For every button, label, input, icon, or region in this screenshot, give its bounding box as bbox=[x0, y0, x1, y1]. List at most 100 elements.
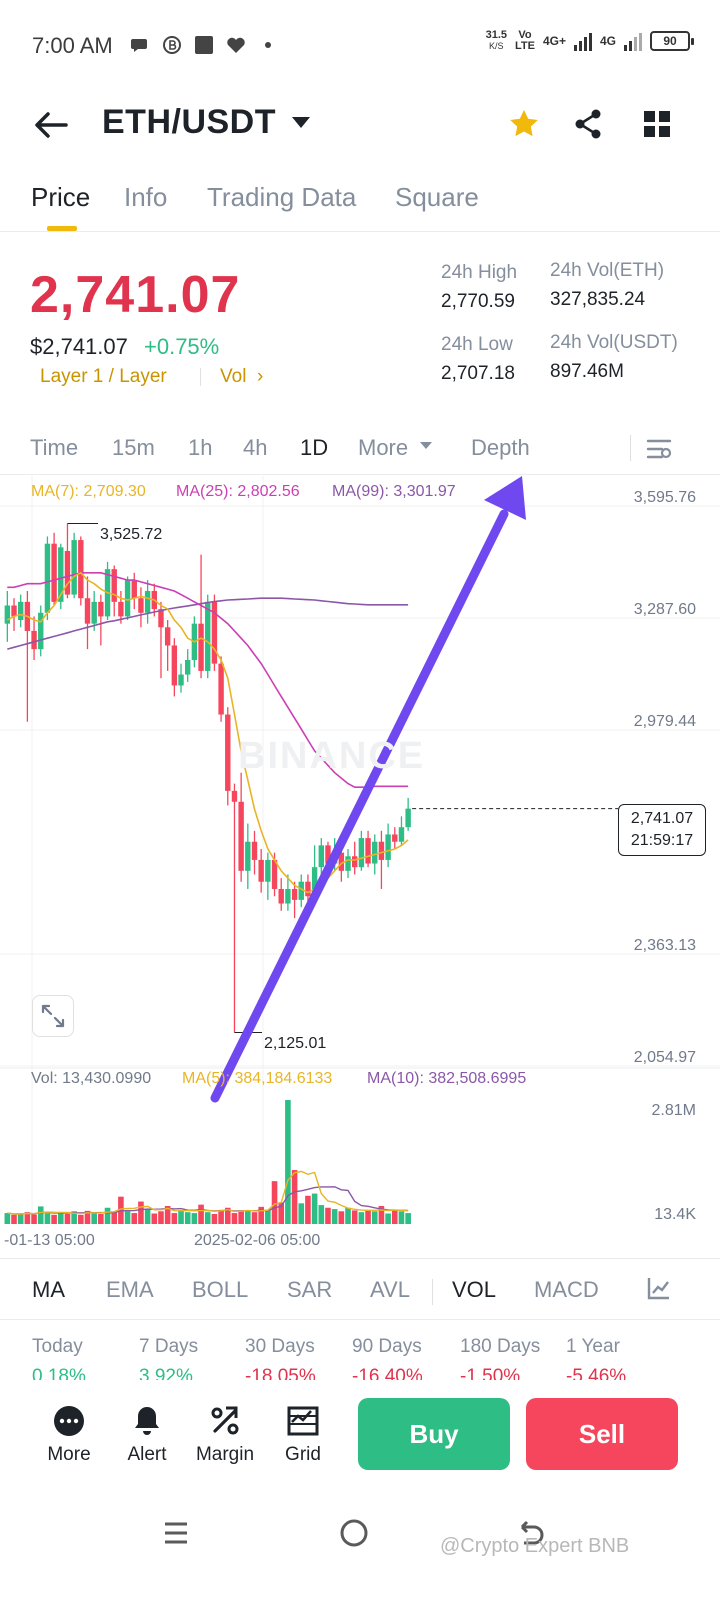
dot-icon bbox=[265, 42, 271, 48]
tab-square[interactable]: Square bbox=[395, 182, 479, 213]
candle-body bbox=[178, 674, 184, 686]
volume-bar bbox=[57, 1213, 64, 1224]
ma99-legend: MA(99): 3,301.97 bbox=[332, 483, 456, 500]
grid-action[interactable]: Grid bbox=[268, 1404, 338, 1466]
tab-trading-data[interactable]: Trading Data bbox=[207, 182, 356, 213]
high-marker-label: 3,525.72 bbox=[100, 526, 163, 543]
vol-eth-label: 24h Vol(ETH) bbox=[550, 260, 665, 281]
square-app-icon bbox=[195, 36, 213, 54]
alert-label: Alert bbox=[127, 1444, 167, 1465]
interval-depth[interactable]: Depth bbox=[471, 435, 530, 461]
interval-more[interactable]: More bbox=[358, 435, 408, 461]
net-speed-unit: K/S bbox=[489, 41, 504, 51]
tags-row: Layer 1 / Layer Vol › bbox=[40, 366, 263, 388]
tab-info[interactable]: Info bbox=[124, 182, 167, 213]
candle-body bbox=[131, 580, 137, 599]
buy-button[interactable]: Buy bbox=[358, 1398, 510, 1470]
vol-usdt-value: 897.46M bbox=[550, 361, 624, 382]
candle-body bbox=[18, 601, 24, 621]
candle-body bbox=[291, 888, 298, 900]
pair-dropdown-icon[interactable] bbox=[292, 117, 310, 128]
more-dropdown-icon[interactable] bbox=[420, 442, 432, 449]
share-icon[interactable] bbox=[571, 107, 605, 141]
volume-bar bbox=[198, 1204, 204, 1224]
indicator-sar[interactable]: SAR bbox=[287, 1277, 332, 1303]
volume-legend: Vol: 13,430.0990 bbox=[31, 1070, 152, 1087]
volume-bar bbox=[391, 1209, 398, 1224]
volume-bar bbox=[325, 1207, 331, 1224]
volume-bar bbox=[231, 1213, 238, 1224]
category-tag[interactable]: Layer 1 / Layer bbox=[40, 366, 167, 387]
recent-apps-icon[interactable] bbox=[158, 1515, 194, 1551]
interval-1h[interactable]: 1h bbox=[188, 435, 212, 461]
tag-divider bbox=[200, 368, 201, 386]
annotation-arrow-shaft bbox=[210, 509, 509, 1103]
candle-body bbox=[345, 856, 351, 871]
tab-price[interactable]: Price bbox=[31, 182, 90, 213]
chart-settings-icon[interactable] bbox=[645, 435, 673, 463]
vol-usdt-label: 24h Vol(USDT) bbox=[550, 332, 678, 353]
fullscreen-button[interactable] bbox=[32, 995, 74, 1037]
last-price: 2,741.07 bbox=[30, 266, 241, 324]
axis-label-1: 3,595.76 bbox=[633, 489, 696, 506]
indicator-vol[interactable]: VOL bbox=[452, 1277, 496, 1303]
volume-bar bbox=[158, 1211, 164, 1224]
low-label: 24h Low bbox=[441, 334, 513, 355]
candle-body bbox=[11, 605, 17, 617]
candle-body bbox=[78, 540, 84, 599]
period-value-90d: -16.40% bbox=[352, 1366, 423, 1380]
indicator-divider bbox=[432, 1279, 433, 1305]
ma25-legend: MA(25): 2,802.56 bbox=[176, 483, 300, 500]
candle-body bbox=[158, 609, 164, 628]
more-action[interactable]: More bbox=[34, 1404, 104, 1466]
interval-4h[interactable]: 4h bbox=[243, 435, 267, 461]
volume-bar bbox=[318, 1205, 325, 1224]
volte-bottom: LTE bbox=[515, 40, 535, 52]
indicator-avl[interactable]: AVL bbox=[370, 1277, 410, 1303]
period-value-7d: 3.92% bbox=[139, 1366, 193, 1380]
chat-icon bbox=[131, 39, 147, 52]
status-bar: 7:00 AM 31.5 K/S Vo LTE 4G+ 4G 90 bbox=[0, 0, 720, 90]
volume-bar bbox=[131, 1213, 138, 1224]
volume-bar bbox=[305, 1195, 311, 1224]
grid-menu-icon[interactable] bbox=[640, 107, 674, 141]
sell-button[interactable]: Sell bbox=[526, 1398, 678, 1470]
indicator-settings-icon[interactable] bbox=[646, 1275, 672, 1301]
action-bar: More Alert Margin Grid Buy Sell bbox=[0, 1382, 720, 1492]
volume-bar bbox=[151, 1213, 158, 1224]
interval-15m[interactable]: 15m bbox=[112, 435, 155, 461]
candle-body bbox=[51, 543, 57, 602]
pair-selector[interactable]: ETH/USDT bbox=[102, 103, 276, 142]
axis-label-4: 2,363.13 bbox=[633, 937, 696, 954]
indicator-ema[interactable]: EMA bbox=[106, 1277, 154, 1303]
indicator-ma[interactable]: MA bbox=[32, 1277, 65, 1303]
interval-time[interactable]: Time bbox=[30, 435, 78, 461]
candle-body bbox=[31, 630, 37, 650]
alert-action[interactable]: Alert bbox=[112, 1404, 182, 1466]
more-label: More bbox=[47, 1444, 91, 1465]
back-arrow-icon[interactable] bbox=[30, 105, 70, 145]
candle-body bbox=[164, 627, 171, 646]
price-usd: $2,741.07 bbox=[30, 334, 128, 359]
candle-body bbox=[144, 590, 151, 613]
period-label-90d: 90 Days bbox=[352, 1336, 422, 1357]
home-icon[interactable] bbox=[336, 1515, 372, 1551]
volume-axis-top: 2.81M bbox=[651, 1102, 696, 1119]
top-tabs: Price Info Trading Data Square bbox=[0, 170, 720, 232]
indicator-boll[interactable]: BOLL bbox=[192, 1277, 248, 1303]
interval-1d[interactable]: 1D bbox=[300, 435, 328, 461]
vol-link[interactable]: Vol › bbox=[220, 366, 263, 388]
favorite-star-icon[interactable] bbox=[507, 107, 541, 141]
indicator-macd[interactable]: MACD bbox=[534, 1277, 599, 1303]
candlestick-chart[interactable] bbox=[0, 476, 720, 1256]
margin-action[interactable]: Margin bbox=[190, 1404, 260, 1466]
ma7-legend: MA(7): 2,709.30 bbox=[31, 483, 146, 500]
candle-body bbox=[405, 808, 411, 828]
candle-body bbox=[4, 605, 11, 624]
margin-label: Margin bbox=[195, 1444, 255, 1465]
axis-label-2: 3,287.60 bbox=[633, 601, 696, 618]
net-speed: 31.5 K/S bbox=[486, 30, 507, 52]
low-value: 2,707.18 bbox=[441, 363, 515, 384]
candle-body bbox=[352, 856, 358, 868]
candle-body bbox=[185, 660, 191, 675]
